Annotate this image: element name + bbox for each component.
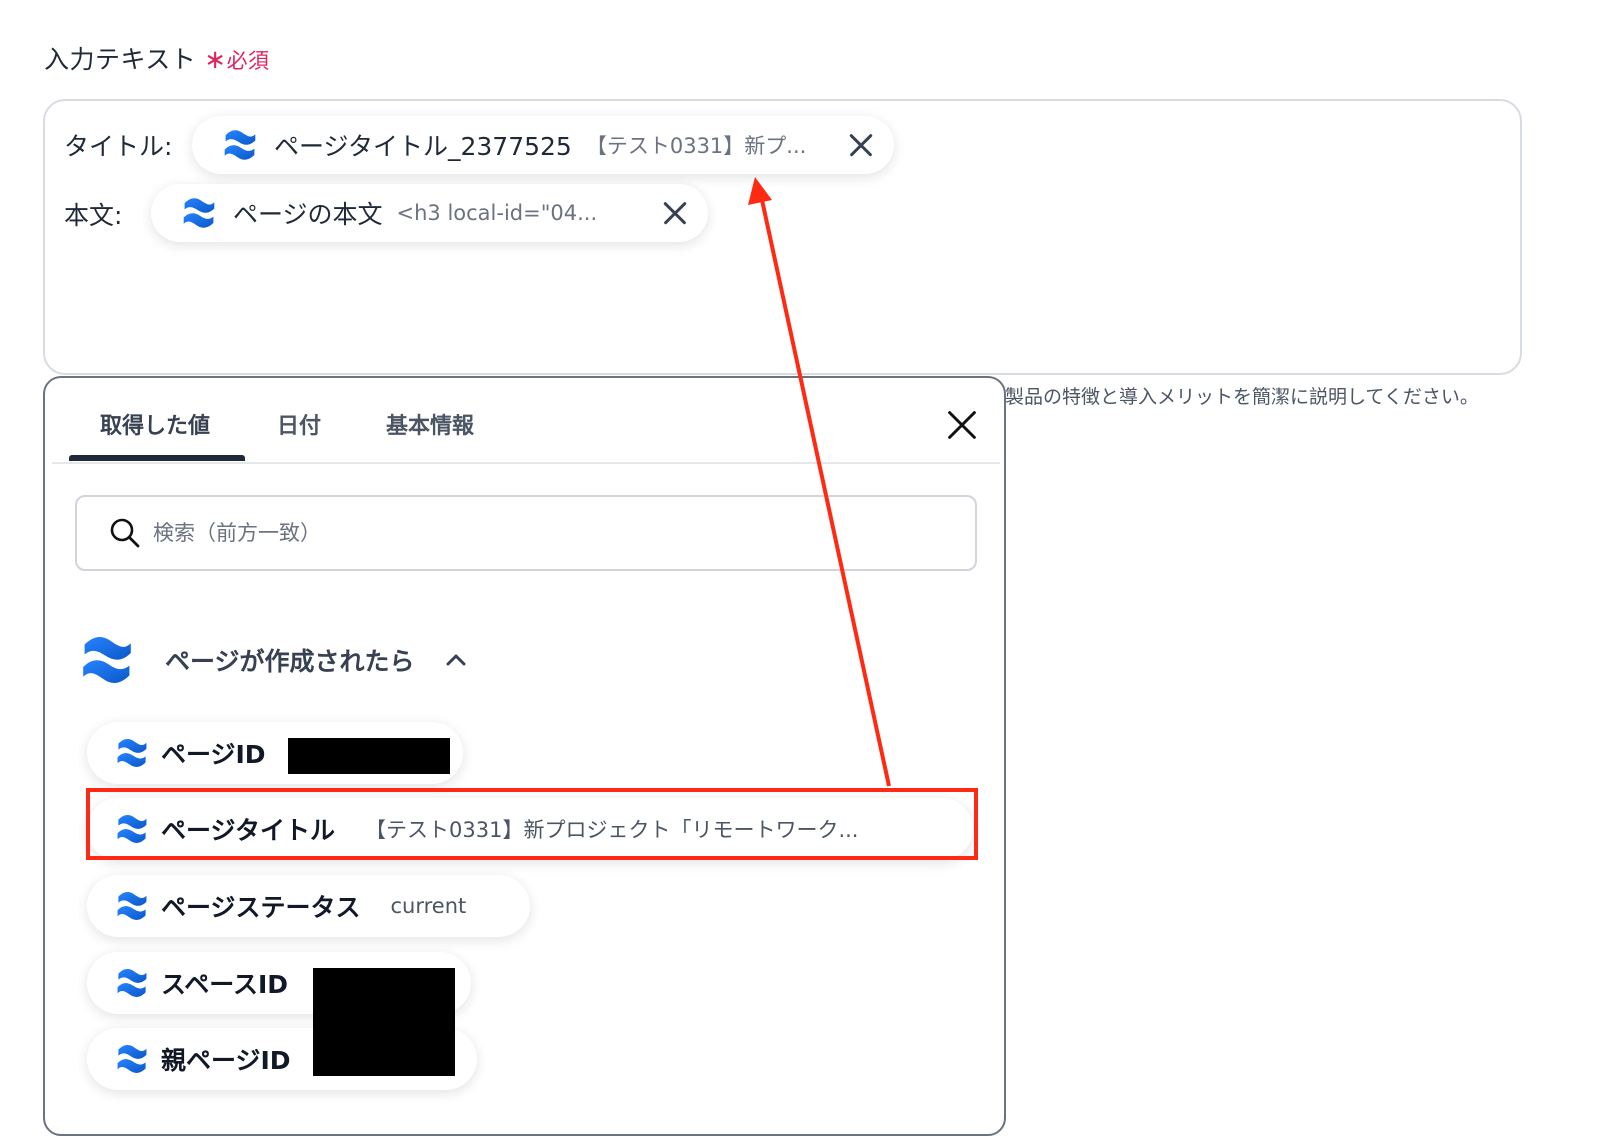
annotation-arrow — [748, 177, 891, 787]
